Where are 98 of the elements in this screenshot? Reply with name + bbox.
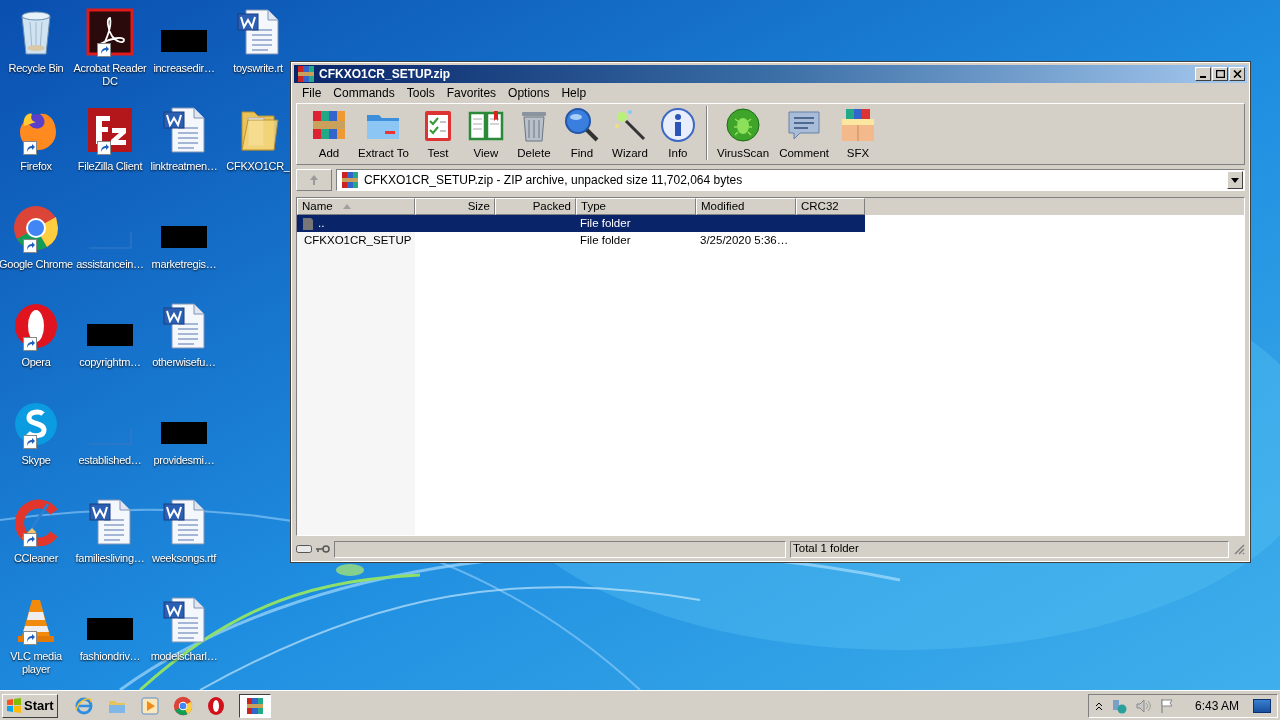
desktop-icon-label[interactable]: fashiondriv… — [79, 650, 141, 663]
box-icon — [840, 106, 876, 143]
desktop-icon-label[interactable]: established… — [78, 454, 142, 467]
table-cell-text: File folder — [580, 232, 631, 248]
key-icon — [316, 544, 330, 554]
word-document-icon[interactable] — [160, 302, 208, 350]
window-title: CFKXO1CR_SETUP.zip — [319, 66, 452, 83]
toolbar-button[interactable]: Delete — [509, 106, 558, 162]
clock[interactable]: 6:43 AM — [1194, 696, 1239, 715]
status-text: Total 1 folder — [793, 541, 859, 557]
word-document-icon[interactable] — [160, 498, 208, 546]
desktop-icon-label[interactable]: copyrightm… — [79, 356, 141, 369]
info-icon — [659, 106, 696, 143]
word-document-icon[interactable] — [234, 8, 282, 56]
windows-logo-icon — [6, 697, 22, 714]
menu-item[interactable]: Tools — [400, 84, 441, 102]
column-header[interactable]: Modified — [696, 198, 796, 215]
archive-books-icon[interactable] — [244, 695, 265, 716]
desktop-icon-label[interactable]: toyswrite.rt — [233, 62, 283, 75]
desktop-icon-label[interactable]: FileZilla Client — [77, 160, 143, 173]
taskbar-app-button[interactable] — [238, 693, 271, 718]
desktop-icon-label[interactable]: linktreatmen… — [150, 160, 218, 173]
menu-item[interactable]: Favorites — [440, 84, 503, 102]
toolbar-button[interactable]: Wizard — [605, 106, 654, 162]
letter-o-icon[interactable] — [12, 302, 60, 350]
resize-grip-icon[interactable] — [1233, 543, 1245, 555]
table-cell-text: .. — [318, 215, 325, 231]
column-header[interactable]: Size — [415, 198, 495, 215]
desktop-icon-label[interactable]: weeksongs.rtf — [152, 552, 216, 565]
broom-icon[interactable] — [12, 498, 60, 546]
redaction-block — [87, 618, 133, 640]
ftp-client-icon[interactable] — [86, 106, 134, 154]
redaction-block — [161, 30, 207, 52]
desktop-icon-label[interactable]: CCleaner — [13, 552, 59, 565]
toolbar-button[interactable]: SFX — [834, 106, 882, 162]
maximize-icon — [1215, 70, 1225, 78]
browser-icon[interactable] — [12, 204, 60, 252]
column-header[interactable]: CRC32 — [796, 198, 865, 215]
menu-item[interactable]: Commands — [327, 84, 401, 102]
redaction-block — [161, 226, 207, 248]
close-button[interactable] — [1229, 67, 1245, 81]
close-icon — [1232, 70, 1242, 78]
toolbar-button[interactable]: Test — [413, 106, 462, 162]
toolbar-button[interactable]: View — [461, 106, 510, 162]
archive-books-icon[interactable] — [296, 64, 316, 84]
toolbar-button[interactable]: Comment — [774, 106, 834, 162]
bug-icon — [725, 106, 762, 143]
show-desktop-button[interactable] — [1253, 698, 1271, 713]
parent-folder-icon — [301, 216, 315, 231]
desktop-icon-label[interactable]: Opera — [21, 356, 51, 369]
redaction-block — [161, 422, 207, 444]
redaction-block — [87, 324, 133, 346]
drive-icon — [296, 545, 312, 553]
desktop-icon-label[interactable]: familiesliving… — [75, 552, 145, 565]
desktop-icon-label[interactable]: VLC media player — [0, 650, 73, 676]
desktop-icon-label[interactable]: otherwisefu… — [152, 356, 216, 369]
desktop-icon-label[interactable]: Skype — [21, 454, 51, 467]
minimize-button[interactable] — [1195, 67, 1211, 81]
file-row[interactable]: CFKXO1CR_SETUP File folder 3/25/2020 5:36… — [297, 232, 865, 249]
start-button[interactable]: Start — [2, 693, 58, 718]
maximize-button[interactable] — [1212, 67, 1228, 81]
table-cell-text: File folder — [580, 215, 631, 231]
toolbar-button[interactable]: Info — [653, 106, 702, 162]
toolbar-button[interactable]: Add — [305, 106, 353, 162]
archive-books-icon[interactable] — [340, 170, 360, 190]
word-document-icon[interactable] — [160, 106, 208, 154]
desktop-icon-label[interactable]: increasedir… — [153, 62, 215, 75]
address-field[interactable]: CFKXO1CR_SETUP.zip - ZIP archive, unpacked size 11,702,064 bytes — [336, 169, 1245, 191]
desktop-icon-label[interactable]: Firefox — [20, 160, 52, 173]
up-arrow-icon — [309, 174, 319, 186]
chevron-up-icon[interactable] — [1094, 700, 1103, 711]
s-cloud-icon[interactable] — [12, 400, 60, 448]
desktop-icon-label[interactable]: Recycle Bin — [8, 62, 64, 75]
sort-ascending-icon — [342, 204, 351, 209]
toolbar-button[interactable]: Extract To — [353, 106, 414, 162]
table-cell-text: CFKXO1CR_SETUP — [304, 232, 412, 248]
word-document-icon[interactable] — [86, 498, 134, 546]
table-cell-text: 3/25/2020 5:36… — [700, 232, 789, 248]
up-button[interactable] — [296, 169, 332, 191]
pdf-reader-icon[interactable] — [86, 8, 134, 56]
column-header[interactable]: Type — [576, 198, 696, 215]
file-row[interactable]: .. File folder — [297, 215, 865, 232]
toolbar-button[interactable]: VirusScan — [711, 106, 775, 162]
desktop-icon-label[interactable]: providesmi… — [153, 454, 215, 467]
desktop-icon-label[interactable]: assistancein… — [76, 258, 144, 271]
flag-icon[interactable] — [1158, 697, 1175, 714]
menu-item[interactable]: Help — [555, 84, 593, 102]
menu-item[interactable]: Options — [502, 84, 556, 102]
desktop-icon-label[interactable]: Acrobat Reader DC — [73, 62, 147, 88]
word-document-icon[interactable] — [160, 596, 208, 644]
toolbar-button[interactable]: Find — [557, 106, 606, 162]
search-icon — [563, 106, 600, 143]
desktop-icon-label[interactable]: marketregis… — [151, 258, 217, 271]
desktop-icon-label[interactable]: CFKXO1CR_ — [226, 160, 290, 173]
desktop-icon-label[interactable]: Google Chrome — [0, 258, 73, 271]
column-header[interactable]: Packed — [495, 198, 576, 215]
menu-item[interactable]: File — [296, 84, 328, 102]
column-header[interactable]: Name — [297, 198, 415, 215]
